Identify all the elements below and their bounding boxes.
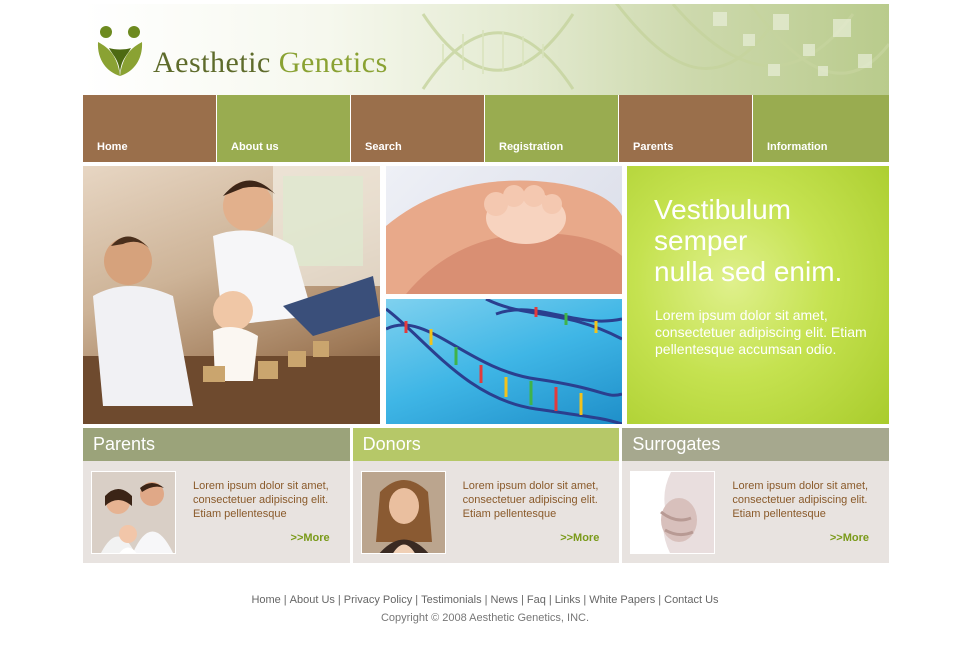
feature-box-text: Lorem ipsum dolor sit amet, consectetuer…	[732, 480, 869, 520]
promo-title: Vestibulum semper nulla sed enim.	[654, 194, 879, 287]
footer-link-about-us[interactable]: About Us	[290, 594, 335, 606]
promo-title-line: nulla sed enim.	[654, 256, 843, 287]
donors-photo-illustration	[361, 472, 445, 553]
footer-separator: |	[484, 594, 488, 606]
site-logo-text[interactable]: Aesthetic Genetics	[153, 46, 388, 80]
copyright-text: Copyright © 2008 Aesthetic Genetics, INC…	[380, 612, 590, 624]
footer-link-contact-us[interactable]: Contact Us	[664, 594, 718, 606]
nav-item-parents[interactable]: Parents	[619, 95, 753, 162]
footer-separator: |	[415, 594, 419, 606]
promo-title-line: semper	[654, 225, 748, 256]
main-navigation: Home About us Search Registration Parent…	[83, 95, 889, 162]
footer-separator: |	[583, 594, 587, 606]
promo-text: Lorem ipsum dolor sit amet, consectetuer…	[655, 307, 867, 357]
family-photo	[83, 166, 380, 424]
feature-box-title: Surrogates	[622, 428, 890, 461]
nav-item-home[interactable]: Home	[83, 95, 217, 162]
feature-box-title: Donors	[352, 428, 620, 461]
site-header: Aesthetic Genetics	[83, 4, 889, 95]
footer-link-testimonials[interactable]: Testimonials	[421, 594, 482, 606]
footer-link-faq[interactable]: Faq	[527, 594, 546, 606]
family-illustration	[83, 166, 380, 424]
feature-boxes: Parents Lorem ipsum dolor sit amet, cons…	[83, 428, 890, 563]
dna-illustration	[386, 299, 622, 424]
nav-item-label: Home	[97, 141, 128, 153]
surrogates-photo-illustration	[631, 472, 715, 553]
surrogates-photo	[630, 471, 716, 554]
nav-item-label: Information	[767, 141, 828, 153]
nav-item-registration[interactable]: Registration	[485, 95, 619, 162]
footer-links: Home | About Us | Privacy Policy | Testimonial…	[0, 594, 960, 606]
hero-section: Vestibulum semper nulla sed enim. Lorem …	[83, 166, 889, 424]
more-link[interactable]: >>More	[830, 532, 869, 544]
footer-separator: |	[658, 594, 662, 606]
footer-link-home[interactable]: Home	[251, 594, 280, 606]
two-figures-heart-icon	[97, 26, 143, 76]
nav-item-about-us[interactable]: About us	[217, 95, 351, 162]
footer-link-privacy-policy[interactable]: Privacy Policy	[344, 594, 412, 606]
nav-item-information[interactable]: Information	[753, 95, 889, 162]
feature-box-title: Parents	[83, 428, 350, 461]
nav-item-label: Registration	[499, 141, 564, 153]
footer-separator: |	[521, 594, 524, 606]
nav-item-label: Search	[365, 141, 402, 153]
footer-separator: |	[337, 594, 341, 606]
footer-separator: |	[283, 594, 287, 606]
parents-photo-illustration	[92, 472, 175, 553]
footer-separator: |	[548, 594, 552, 606]
nav-item-label: About us	[231, 141, 279, 153]
footer-link-news[interactable]: News	[490, 594, 518, 606]
feature-box-parents: Parents Lorem ipsum dolor sit amet, cons…	[83, 428, 350, 563]
more-link[interactable]: >>More	[291, 532, 330, 544]
logo-word-1: Aesthetic	[153, 46, 271, 79]
parents-photo	[91, 471, 176, 554]
nav-item-search[interactable]: Search	[351, 95, 485, 162]
nav-item-label: Parents	[633, 141, 674, 153]
feature-box-text: Lorem ipsum dolor sit amet, consectetuer…	[462, 480, 599, 520]
logo-word-2: Genetics	[278, 46, 388, 79]
footer-link-white-papers[interactable]: White Papers	[589, 594, 655, 606]
baby-hand-photo	[386, 166, 622, 294]
footer-link-links[interactable]: Links	[555, 594, 581, 606]
feature-box-text: Lorem ipsum dolor sit amet, consectetuer…	[193, 480, 329, 520]
baby-hand-illustration	[386, 180, 622, 294]
feature-box-donors: Donors Lorem ipsum dolor sit amet, conse…	[352, 428, 620, 563]
promo-panel: Vestibulum semper nulla sed enim. Lorem …	[627, 166, 889, 424]
promo-title-line: Vestibulum	[654, 194, 791, 225]
feature-box-surrogates: Surrogates Lorem ipsum dolor sit amet, c…	[622, 428, 890, 563]
more-link[interactable]: >>More	[560, 532, 599, 544]
dna-photo	[386, 299, 622, 424]
donors-photo	[360, 471, 446, 554]
dna-banner-decoration	[421, 4, 889, 90]
